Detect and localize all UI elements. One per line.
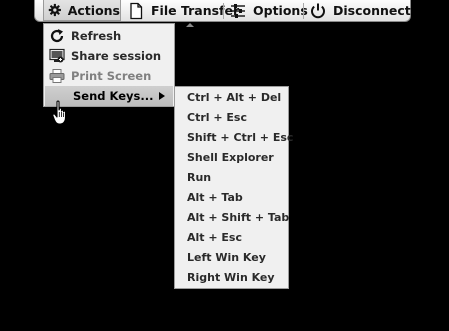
actions-menu: Refresh Share session Print Screen Send … <box>43 23 175 107</box>
send-keys-submenu: Ctrl + Alt + Del Ctrl + Esc Shift + Ctrl… <box>174 86 293 289</box>
toolbar-separator <box>223 3 224 19</box>
toolbar-collapse-handle[interactable] <box>186 23 194 27</box>
send-keys-item[interactable]: Ctrl + Alt + Del <box>187 87 281 107</box>
printer-icon <box>49 69 65 83</box>
menu-item-label: Share session <box>71 49 162 63</box>
power-icon <box>311 3 325 18</box>
refresh-icon <box>50 29 64 43</box>
send-keys-item[interactable]: Alt + Shift + Tab <box>187 207 289 227</box>
send-keys-item[interactable]: Alt + Esc <box>187 227 242 247</box>
send-keys-item[interactable]: Left Win Key <box>187 247 266 267</box>
send-keys-item[interactable]: Run <box>187 167 211 187</box>
menu-item-share-session[interactable]: Share session <box>45 46 173 66</box>
file-transfer-label: File Transfer <box>151 3 240 18</box>
session-toolbar: Actions File Transfer Options Disconnect <box>34 0 411 22</box>
toolbar-separator <box>303 3 304 19</box>
file-icon <box>130 2 143 19</box>
hand-cursor-icon <box>52 100 67 125</box>
disconnect-label: Disconnect <box>333 3 411 18</box>
send-keys-item[interactable]: Right Win Key <box>187 267 275 287</box>
options-label: Options <box>253 3 308 18</box>
disconnect-button[interactable]: Disconnect <box>309 0 411 21</box>
remote-session-screen: Actions File Transfer Options Disconnect… <box>0 0 449 331</box>
actions-label: Actions <box>67 2 120 18</box>
gear-icon <box>48 3 61 17</box>
share-session-icon <box>49 48 65 63</box>
menu-item-refresh[interactable]: Refresh <box>45 26 173 46</box>
send-keys-item[interactable]: Alt + Tab <box>187 187 243 207</box>
menu-item-label: Send Keys... <box>73 89 154 103</box>
sliders-icon <box>231 3 245 18</box>
menu-item-label: Print Screen <box>71 69 152 83</box>
actions-button[interactable]: Actions <box>43 0 121 21</box>
send-keys-item[interactable]: Shift + Ctrl + Esc <box>187 127 293 147</box>
send-keys-item[interactable]: Ctrl + Esc <box>187 107 247 127</box>
file-transfer-button[interactable]: File Transfer <box>125 0 239 21</box>
menu-item-print-screen[interactable]: Print Screen <box>45 66 173 86</box>
submenu-arrow-icon <box>159 92 165 100</box>
options-button[interactable]: Options <box>229 0 308 21</box>
menu-item-label: Refresh <box>71 29 122 43</box>
send-keys-item[interactable]: Shell Explorer <box>187 147 274 167</box>
